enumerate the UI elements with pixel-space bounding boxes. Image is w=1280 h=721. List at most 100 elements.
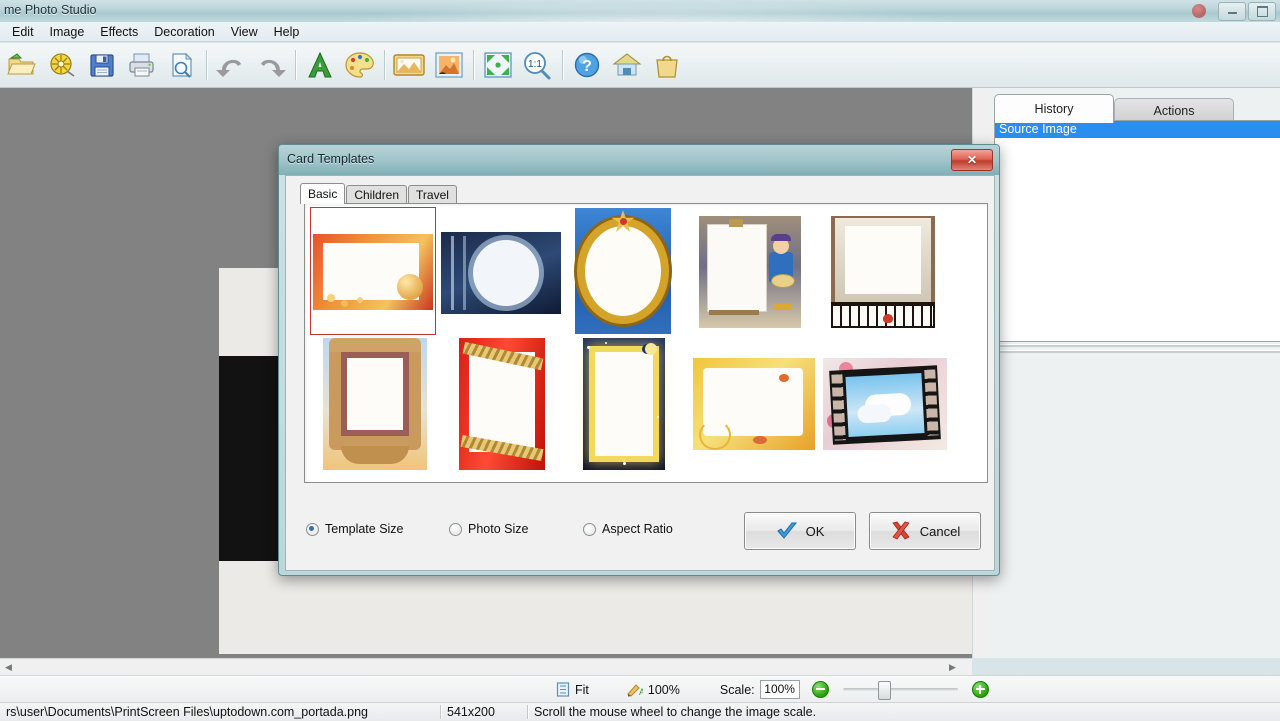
print-preview-button[interactable] [162, 45, 202, 85]
print-preview-icon [172, 52, 193, 78]
template-thumb [823, 358, 947, 450]
radio-photo-size-label: Photo Size [468, 522, 529, 536]
cancel-button[interactable]: Cancel [869, 512, 981, 550]
zoom-in-button[interactable] [971, 681, 989, 698]
checkmark-icon [776, 522, 797, 539]
menu-bar: Edit Image Effects Decoration View Help [0, 22, 1280, 42]
fit-screen-button[interactable] [478, 45, 518, 85]
menu-item-help[interactable]: Help [266, 23, 308, 41]
toolbar-separator [384, 50, 385, 80]
template-item-paper-on-piano-keys-frame[interactable] [829, 208, 941, 334]
pencil-a-icon: A [627, 684, 643, 697]
buy-button[interactable] [647, 45, 687, 85]
tab-children[interactable]: Children [346, 185, 408, 204]
shopping-bag-icon [656, 55, 678, 78]
actual-size-button[interactable]: 1:1 [518, 45, 558, 85]
scroll-left-arrow-icon[interactable]: ◀ [0, 659, 17, 676]
ok-button[interactable]: OK [744, 512, 856, 550]
menu-item-decoration[interactable]: Decoration [146, 23, 222, 41]
template-thumb [323, 338, 427, 470]
template-thumb [699, 216, 801, 328]
scale-control: Scale: 100% [720, 680, 800, 699]
radio-aspect-ratio[interactable]: Aspect Ratio [583, 522, 673, 536]
radio-template-size[interactable]: Template Size [306, 522, 404, 536]
fit-control[interactable]: Fit [556, 682, 589, 697]
help-button[interactable]: ? [567, 45, 607, 85]
toolbar-separator [562, 50, 563, 80]
template-item-yellow-watercolor-frame[interactable] [691, 338, 817, 472]
template-thumb [693, 358, 815, 450]
palette-icon [345, 52, 374, 78]
redo-button[interactable] [251, 45, 291, 85]
home-page-button[interactable] [607, 45, 647, 85]
tab-travel[interactable]: Travel [408, 185, 457, 204]
photo-frame-icon [435, 52, 463, 78]
template-thumb [313, 234, 433, 310]
fit-label: Fit [575, 682, 589, 697]
menu-item-effects[interactable]: Effects [92, 23, 146, 41]
zoom-out-button[interactable] [811, 681, 829, 698]
actual-size-control[interactable]: A 100% [627, 682, 680, 697]
template-item-blue-night-circle-frame[interactable] [439, 208, 565, 334]
status-bar: rs\user\Documents\PrintScreen Files\upto… [0, 702, 1280, 721]
template-item-carved-wood-baroque-frame[interactable] [311, 338, 435, 472]
open-folder-button[interactable] [2, 45, 42, 85]
tab-basic[interactable]: Basic [300, 183, 346, 204]
template-thumb [441, 232, 561, 314]
save-floppy-icon [90, 54, 114, 77]
save-button[interactable] [82, 45, 122, 85]
template-item-cartoon-painter-easel-frame[interactable] [697, 208, 807, 334]
photo-frame-button[interactable] [429, 45, 469, 85]
film-reel-button[interactable] [42, 45, 82, 85]
template-item-red-ribbon-chain-frame[interactable] [447, 338, 557, 472]
svg-text:1:1: 1:1 [528, 59, 542, 70]
palette-button[interactable] [340, 45, 380, 85]
menu-item-view[interactable]: View [223, 23, 266, 41]
maximize-icon [1256, 6, 1268, 17]
ok-label: OK [805, 523, 825, 539]
film-reel-icon [50, 53, 75, 77]
picture-button[interactable] [389, 45, 429, 85]
radio-photo-size[interactable]: Photo Size [449, 522, 528, 536]
history-item-source-image[interactable]: Source Image [995, 121, 1280, 138]
window-title-bar: me Photo Studio [0, 0, 1280, 22]
print-button[interactable] [122, 45, 162, 85]
window-controls [1218, 2, 1276, 21]
dialog-title: Card Templates [287, 152, 375, 166]
cancel-label: Cancel [919, 523, 961, 539]
history-list[interactable]: Source Image [994, 120, 1280, 342]
menu-item-edit[interactable]: Edit [4, 23, 42, 41]
template-item-gold-ornate-oval-frame[interactable] [571, 208, 675, 334]
template-item-starry-night-glow-frame[interactable] [569, 338, 677, 472]
main-toolbar: 1:1 ? [0, 43, 1280, 88]
zoom-slider[interactable] [842, 681, 958, 700]
maximize-button[interactable] [1248, 2, 1276, 21]
text-a-icon [308, 51, 332, 78]
panel-divider [994, 350, 1280, 353]
add-text-button[interactable] [300, 45, 340, 85]
title-bar-artifact [1192, 4, 1206, 18]
zoom-one-to-one-icon: 1:1 [524, 52, 551, 80]
template-item-gold-beads-landscape-frame[interactable] [310, 207, 436, 335]
minimize-button[interactable] [1218, 2, 1246, 21]
scroll-right-arrow-icon[interactable]: ▶ [944, 659, 961, 676]
help-question-icon: ? [574, 52, 600, 78]
template-grid-container[interactable] [304, 203, 988, 483]
dialog-close-button[interactable]: ✕ [951, 149, 993, 171]
undo-button[interactable] [211, 45, 251, 85]
template-item-film-strip-clouds-frame[interactable] [821, 338, 951, 472]
zoom-slider-handle[interactable] [877, 681, 891, 700]
scale-value-input[interactable]: 100% [759, 680, 800, 699]
panel-divider [994, 344, 1280, 347]
menu-item-image[interactable]: Image [42, 23, 93, 41]
dialog-body: Basic Children Travel Template Size Phot… [285, 175, 995, 571]
zoom-out-circle-icon [811, 681, 829, 698]
picture-icon [393, 54, 425, 76]
tab-history[interactable]: History [994, 94, 1114, 123]
redo-arrow-icon [261, 59, 286, 77]
radio-template-size-label: Template Size [325, 522, 404, 536]
canvas-horizontal-scrollbar[interactable]: ◀ ▶ [0, 658, 972, 676]
toolbar-separator [295, 50, 296, 80]
toolbar-separator [473, 50, 474, 80]
printer-icon [129, 53, 154, 77]
